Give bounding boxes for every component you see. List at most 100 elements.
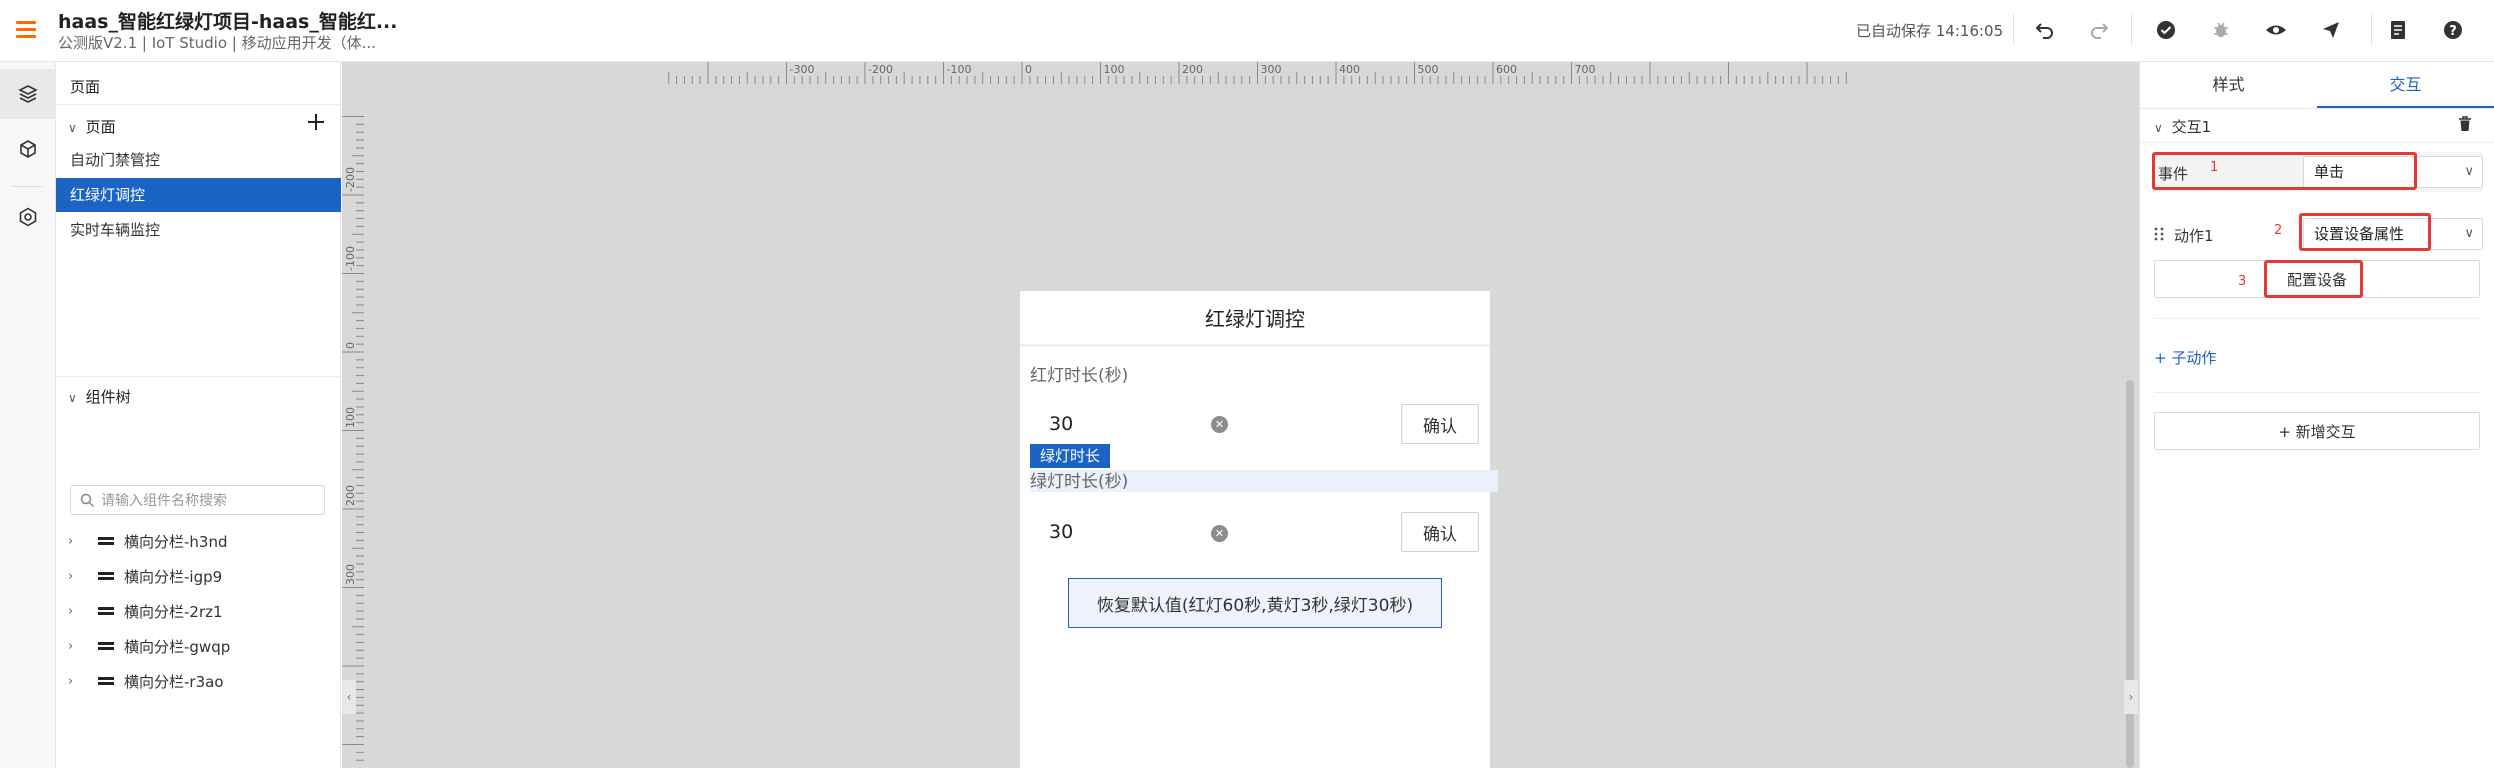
page-item-auto-door[interactable]: 自动门禁管控	[56, 143, 341, 177]
green-duration-label: 绿灯时长(秒)	[1030, 472, 1129, 492]
tree-item[interactable]: › 横向分栏-gwqp	[56, 630, 341, 664]
clear-icon[interactable]: ✕	[1211, 525, 1228, 542]
annotation-number: 1	[2210, 160, 2219, 175]
ruler-label: 200	[1182, 63, 1203, 76]
clear-icon[interactable]: ✕	[1211, 416, 1228, 433]
chevron-down-icon: ∨	[68, 121, 77, 135]
selected-component-tag: 绿灯时长	[1030, 444, 1110, 468]
component-search-input[interactable]	[101, 489, 319, 511]
ruler-label: -300	[789, 63, 815, 76]
undo-icon[interactable]	[2031, 16, 2059, 44]
ruler-label: 300	[344, 563, 357, 585]
add-page-icon[interactable]	[306, 112, 326, 132]
tree-item[interactable]: › 横向分栏-h3nd	[56, 525, 341, 559]
annotation-highlight-box	[2299, 213, 2431, 251]
send-icon[interactable]	[2317, 16, 2345, 44]
ruler-label: -200	[344, 167, 357, 192]
right-panel: 样式 交互 ∨ 交互1 事件 单击 ∨ 1 动作1 设置设备属性 ∨ 2 配置设…	[2139, 62, 2494, 768]
left-ruler-labels: -200 -100 0 100 200 300	[342, 62, 364, 768]
ruler-label: 700	[1574, 63, 1596, 76]
chevron-right-icon: ›	[68, 604, 74, 619]
ruler-label: 400	[1339, 63, 1360, 76]
interaction-title: 交互1	[2171, 118, 2212, 136]
cube-icon[interactable]	[0, 124, 55, 174]
tree-item-label: 横向分栏-2rz1	[124, 603, 223, 621]
page-item-traffic-light[interactable]: 红绿灯调控	[56, 178, 341, 212]
ruler-label: 600	[1496, 63, 1517, 76]
chevron-down-icon: ∨	[2154, 121, 2163, 135]
top-ruler-labels: -300 -200 -100 0 100 200 300 400 500 600…	[342, 62, 2139, 84]
trash-icon[interactable]	[2456, 115, 2476, 135]
green-confirm-button[interactable]: 确认	[1401, 512, 1479, 552]
search-icon	[80, 493, 95, 508]
top-header: haas_智能红绿灯项目-haas_智能红... 公测版V2.1 | IoT S…	[0, 0, 2494, 62]
restore-defaults-button[interactable]: 恢复默认值(红灯60秒,黄灯3秒,绿灯30秒)	[1068, 578, 1442, 628]
layers-icon[interactable]	[0, 69, 55, 119]
chevron-right-icon: ›	[68, 569, 74, 584]
add-sub-action-link[interactable]: + 子动作	[2154, 347, 2216, 368]
action-label: 动作1	[2174, 227, 2214, 245]
ruler-label: 100	[344, 406, 357, 428]
tree-item-label: 横向分栏-igp9	[124, 568, 223, 586]
chevron-down-icon: ∨	[2464, 164, 2474, 179]
chevron-down-icon: ∨	[68, 391, 77, 405]
row-layout-icon	[98, 607, 114, 617]
bug-icon[interactable]	[2207, 16, 2235, 44]
chevron-right-icon: ›	[68, 674, 74, 689]
mobile-page-title: 红绿灯调控	[1020, 291, 1490, 347]
menu-icon[interactable]	[14, 18, 38, 42]
row-layout-icon	[98, 572, 114, 582]
eye-icon[interactable]	[2262, 16, 2290, 44]
chevron-down-icon: ∨	[2464, 226, 2474, 241]
redo-icon[interactable]	[2085, 16, 2113, 44]
ruler-label: 0	[1025, 63, 1032, 76]
document-icon[interactable]	[2384, 16, 2412, 44]
svg-text:?: ?	[2449, 24, 2457, 39]
add-interaction-button[interactable]: + 新增交互	[2154, 412, 2480, 450]
check-circle-icon[interactable]	[2152, 16, 2180, 44]
tree-item[interactable]: › 横向分栏-2rz1	[56, 595, 341, 629]
annotation-number: 3	[2238, 274, 2247, 289]
interaction-toggle[interactable]: ∨ 交互1	[2154, 116, 2211, 137]
page-item-vehicle-monitor[interactable]: 实时车辆监控	[56, 213, 341, 247]
app-title: haas_智能红绿灯项目-haas_智能红...	[58, 11, 398, 33]
annotation-highlight-box	[2264, 260, 2363, 298]
collapse-right-panel-icon[interactable]: ›	[2124, 680, 2138, 714]
ruler-label: -100	[946, 63, 972, 76]
annotation-highlight-box	[2152, 152, 2417, 190]
red-confirm-button[interactable]: 确认	[1401, 404, 1479, 444]
red-duration-label: 红灯时长(秒)	[1030, 366, 1129, 386]
component-tree-label: 组件树	[85, 388, 131, 406]
mobile-page-preview: 红绿灯调控 红灯时长(秒) 30 ✕ 确认 绿灯时长 绿灯时长(秒) 30 ✕ …	[1020, 291, 1498, 768]
component-tree-toggle[interactable]: ∨ 组件树	[68, 386, 131, 407]
ruler-label: 100	[1103, 63, 1125, 76]
help-icon[interactable]: ?	[2439, 16, 2467, 44]
ruler-label: 300	[1260, 63, 1282, 76]
tree-item-label: 横向分栏-gwqp	[124, 638, 231, 656]
autosave-status: 已自动保存 14:16:05	[1856, 22, 2004, 40]
collapse-left-panel-icon[interactable]: ‹	[342, 680, 356, 714]
chevron-right-icon: ›	[68, 534, 74, 549]
chevron-right-icon: ›	[68, 639, 74, 654]
row-layout-icon	[98, 537, 114, 547]
tree-item-label: 横向分栏-r3ao	[124, 673, 224, 691]
ruler-label: 500	[1417, 63, 1439, 76]
ruler-label: 200	[344, 485, 357, 506]
component-search-box	[70, 485, 325, 515]
app-subtitle: 公测版V2.1 | IoT Studio | 移动应用开发（体...	[58, 34, 376, 52]
row-layout-icon	[98, 677, 114, 687]
pages-section-label: 页面	[85, 118, 116, 136]
settings-icon[interactable]	[0, 192, 55, 242]
tree-item[interactable]: › 横向分栏-r3ao	[56, 665, 341, 699]
ruler-label: 0	[344, 342, 357, 349]
annotation-number: 2	[2274, 223, 2283, 238]
drag-handle-icon[interactable]	[2154, 226, 2168, 241]
ruler-label: -100	[344, 245, 357, 271]
tab-style[interactable]: 样式	[2140, 62, 2317, 108]
tree-item[interactable]: › 横向分栏-igp9	[56, 560, 341, 594]
red-duration-input[interactable]: 30	[1049, 413, 1073, 435]
pages-section-toggle[interactable]: ∨ 页面	[68, 116, 116, 137]
tab-interaction[interactable]: 交互	[2317, 62, 2494, 108]
ruler-label: -200	[868, 63, 893, 76]
green-duration-input[interactable]: 30	[1049, 521, 1073, 543]
